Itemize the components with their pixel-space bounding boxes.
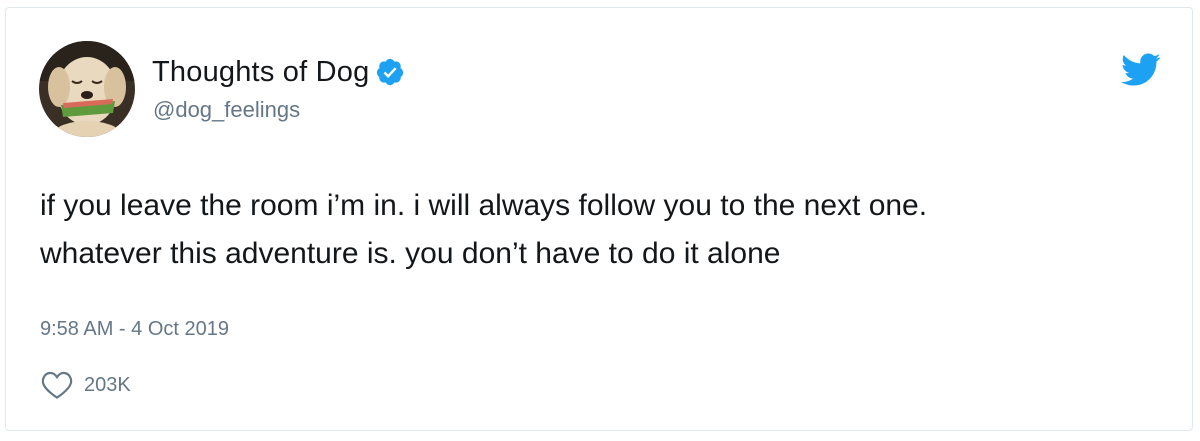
user-name-row[interactable]: Thoughts of Dog xyxy=(152,52,405,92)
tweet-card: Thoughts of Dog @dog_feelings if you lea… xyxy=(5,7,1193,431)
dog-avatar-icon xyxy=(39,41,135,137)
tweet-timestamp[interactable]: 9:58 AM - 4 Oct 2019 xyxy=(40,318,229,341)
display-name[interactable]: Thoughts of Dog xyxy=(152,56,369,89)
avatar[interactable] xyxy=(39,41,135,137)
heart-icon[interactable] xyxy=(40,370,74,400)
twitter-bird-icon[interactable] xyxy=(1121,53,1161,87)
user-handle[interactable]: @dog_feelings xyxy=(153,97,300,123)
verified-badge-icon xyxy=(375,57,405,87)
like-count: 203K xyxy=(84,373,131,396)
like-button[interactable]: 203K xyxy=(40,368,131,402)
tweet-text: if you leave the room i’m in. i will alw… xyxy=(40,189,928,270)
